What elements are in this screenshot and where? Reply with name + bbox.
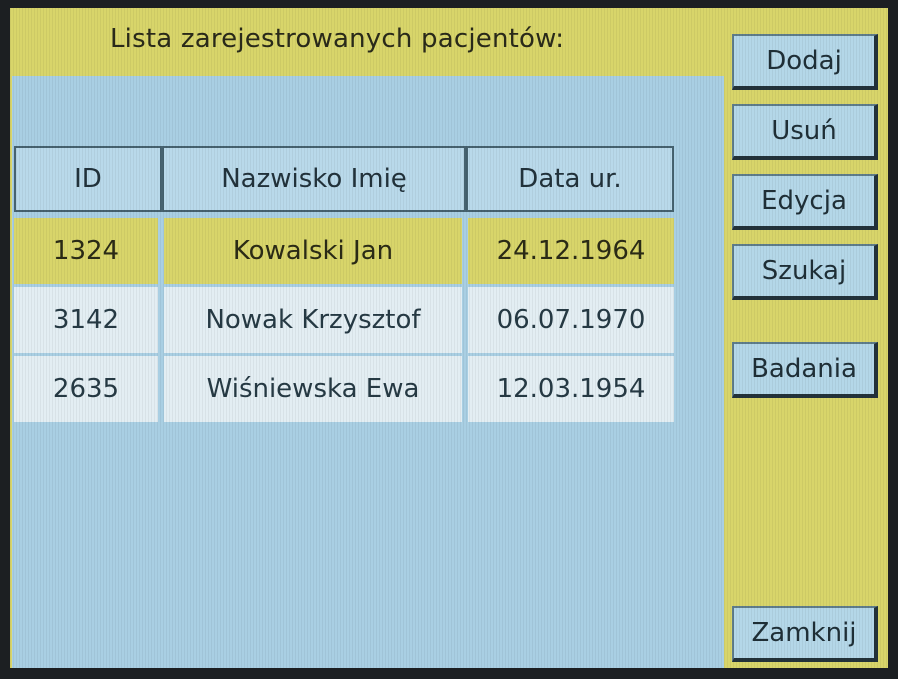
table-row[interactable]: 2635 Wiśniewska Ewa 12.03.1954 (12, 356, 676, 424)
edit-button[interactable]: Edycja (732, 174, 878, 230)
patient-list-panel: ID Nazwisko Imię Data ur. 1324 Kowalski … (12, 76, 724, 668)
search-button[interactable]: Szukaj (732, 244, 878, 300)
column-header-id[interactable]: ID (14, 146, 162, 212)
cell-birthdate: 06.07.1970 (468, 287, 674, 353)
cell-birthdate: 12.03.1954 (468, 356, 674, 422)
column-header-name[interactable]: Nazwisko Imię (162, 146, 466, 212)
table-row[interactable]: 1324 Kowalski Jan 24.12.1964 (12, 218, 676, 286)
cell-name: Wiśniewska Ewa (164, 356, 462, 422)
cell-id: 3142 (14, 287, 158, 353)
remove-button[interactable]: Usuń (732, 104, 878, 160)
patient-list-screen: Lista zarejestrowanych pacjentów: ID Naz… (10, 8, 888, 668)
cell-id: 2635 (14, 356, 158, 422)
add-button[interactable]: Dodaj (732, 34, 878, 90)
cell-id: 1324 (14, 218, 158, 284)
table-row[interactable]: 3142 Nowak Krzysztof 06.07.1970 (12, 287, 676, 355)
cell-birthdate: 24.12.1964 (468, 218, 674, 284)
tests-button[interactable]: Badania (732, 342, 878, 398)
cell-name: Kowalski Jan (164, 218, 462, 284)
column-header-birthdate[interactable]: Data ur. (466, 146, 674, 212)
close-button[interactable]: Zamknij (732, 606, 878, 662)
page-title: Lista zarejestrowanych pacjentów: (110, 24, 565, 54)
cell-name: Nowak Krzysztof (164, 287, 462, 353)
